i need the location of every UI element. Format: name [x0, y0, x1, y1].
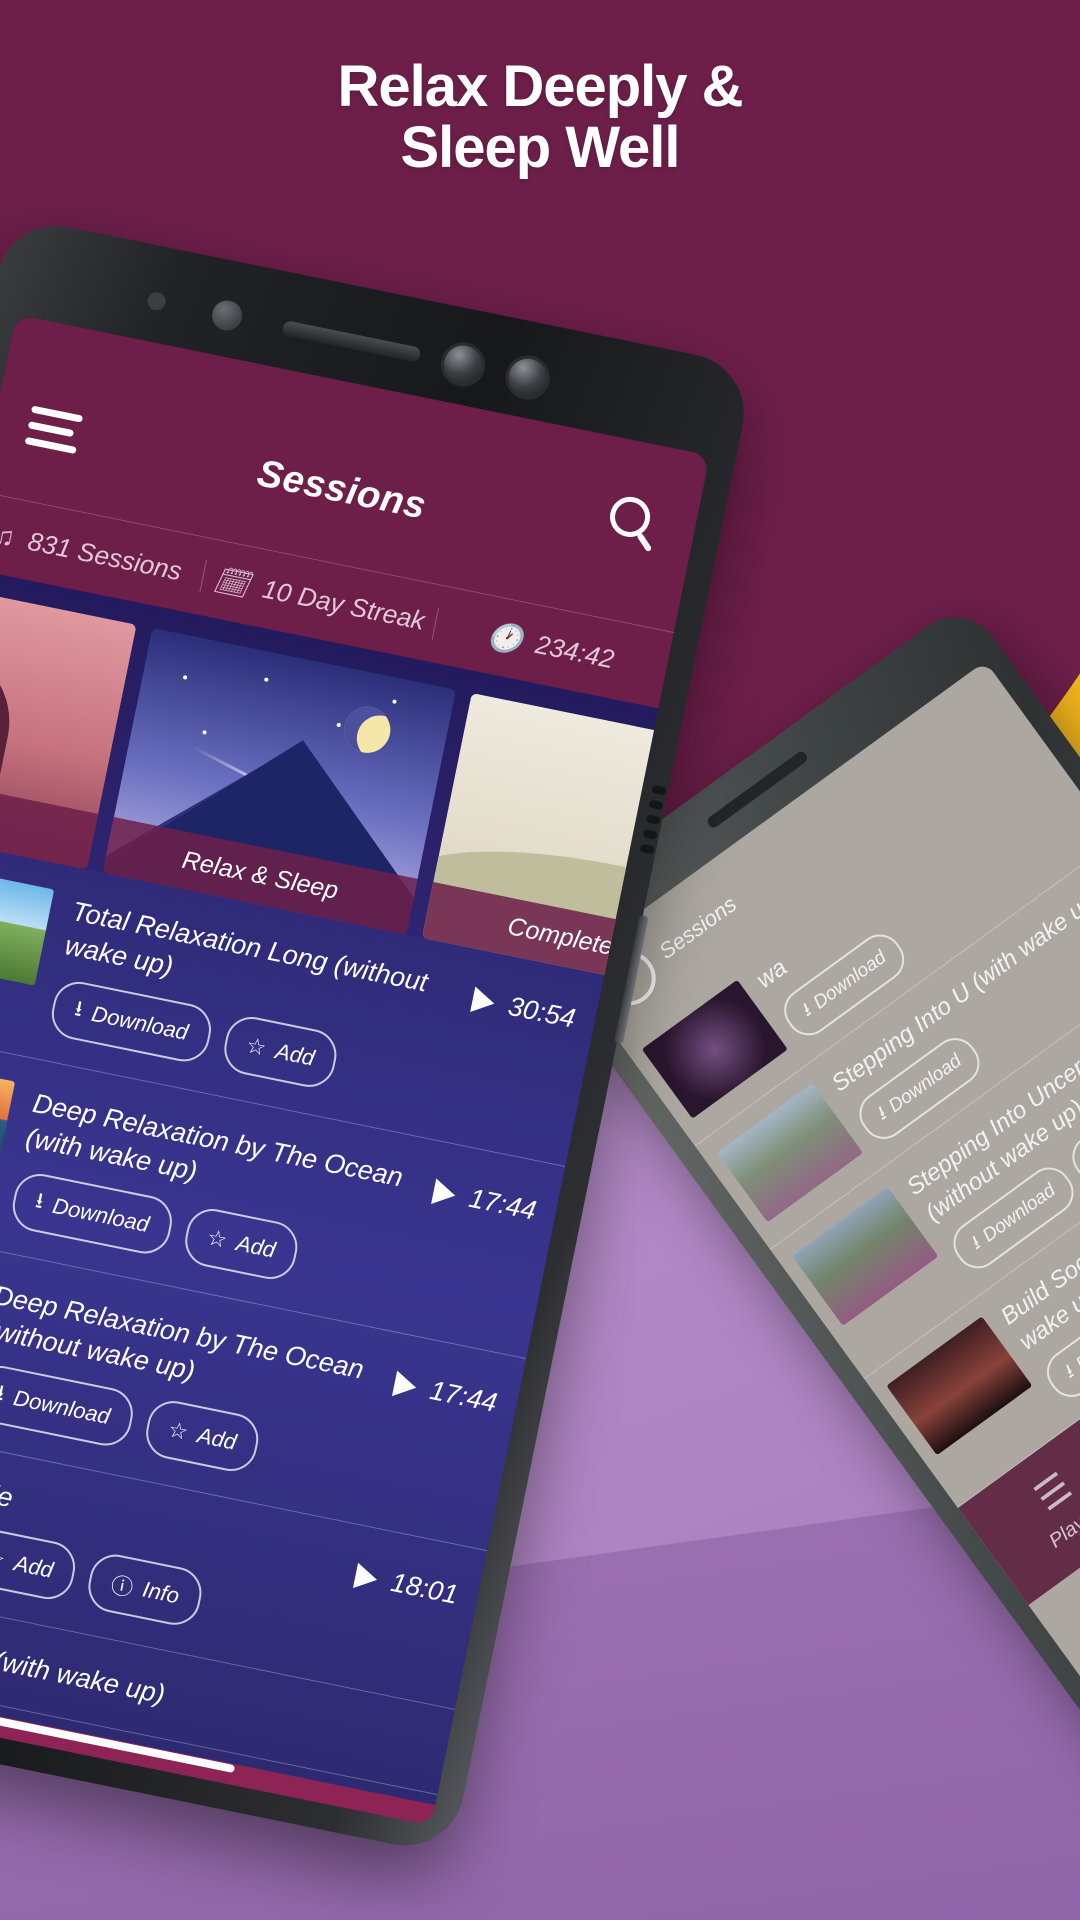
play-icon[interactable] — [470, 986, 498, 1016]
session-duration-group[interactable]: 18:01 — [353, 1552, 462, 1611]
download-button[interactable]: ⭳ Download — [47, 977, 216, 1067]
download-icon: ⭳ — [72, 995, 86, 1022]
session-duration-group[interactable]: 17:44 — [392, 1360, 501, 1419]
download-button[interactable]: ⭳ Download — [8, 1169, 177, 1259]
session-thumbnail — [0, 1055, 16, 1178]
download-button[interactable]: ⭳ Download — [0, 1361, 137, 1451]
music-note-icon: ♫ — [0, 518, 18, 553]
add-button[interactable]: ☆ Add — [141, 1396, 264, 1477]
session-duration: 17:44 — [466, 1182, 539, 1226]
play-icon[interactable] — [431, 1178, 459, 1209]
star-icon: ☆ — [205, 1224, 230, 1254]
play-icon[interactable] — [353, 1562, 381, 1593]
play-icon[interactable] — [392, 1370, 420, 1401]
add-button[interactable]: ☆ Add — [180, 1204, 303, 1284]
info-button[interactable]: ⓘ Info — [84, 1549, 207, 1630]
session-duration-group[interactable]: 30:54 — [470, 976, 579, 1035]
hamburger-menu-icon[interactable] — [23, 405, 84, 462]
page-title: Relax Deeply & Sleep Well — [0, 56, 1080, 179]
clock-icon: 🕐 — [484, 619, 526, 657]
front-camera-secondary-icon — [501, 351, 554, 404]
star-icon: ☆ — [244, 1032, 269, 1061]
download-icon: ⭳ — [33, 1187, 47, 1214]
session-thumbnail — [0, 863, 55, 986]
session-duration: 30:54 — [505, 990, 578, 1034]
star-icon: ☆ — [166, 1416, 191, 1446]
sensor-dot-icon — [145, 290, 168, 312]
info-icon: ⓘ — [108, 1571, 136, 1601]
front-camera-icon — [437, 338, 490, 391]
session-duration: 17:44 — [427, 1375, 500, 1419]
headline-line-1: Relax Deeply & — [337, 54, 743, 119]
add-button[interactable]: ☆ Add — [0, 1524, 81, 1604]
earpiece-speaker — [281, 320, 422, 363]
add-button[interactable]: ☆ Add — [219, 1012, 342, 1092]
session-duration: 18:01 — [388, 1567, 461, 1611]
proximity-sensor-icon — [209, 297, 245, 334]
star-icon: ☆ — [0, 1544, 8, 1573]
download-icon: ⭳ — [0, 1379, 7, 1406]
headline-line-2: Sleep Well — [400, 115, 680, 181]
secondary-header-label: Sessions — [654, 891, 742, 964]
calendar-icon: 🗓 — [211, 563, 253, 602]
session-duration-group[interactable]: 17:44 — [431, 1168, 540, 1227]
